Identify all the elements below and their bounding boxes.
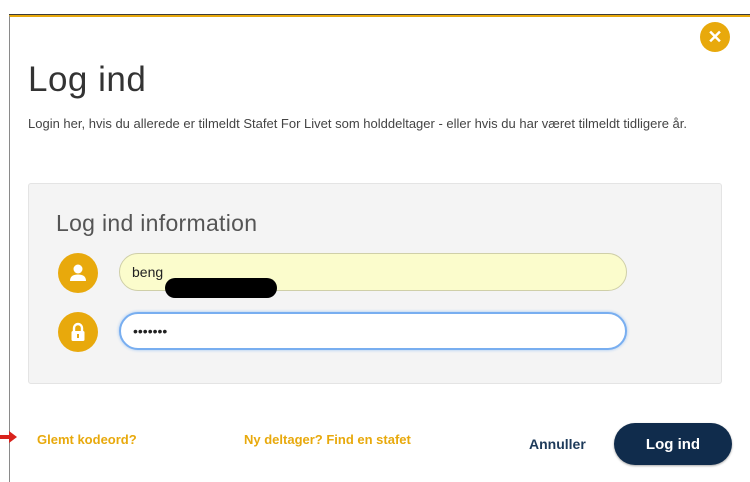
intro-text: Login her, hvis du allerede er tilmeldt … xyxy=(28,116,687,131)
close-button[interactable]: ✕ xyxy=(700,22,730,52)
page-background xyxy=(0,0,9,482)
page-title: Log ind xyxy=(28,60,147,99)
new-participant-link[interactable]: Ny deltager? Find en stafet xyxy=(244,432,411,447)
arrow-right-icon xyxy=(0,431,17,443)
close-icon: ✕ xyxy=(707,26,723,47)
login-button[interactable]: Log ind xyxy=(614,423,732,465)
redaction-mark xyxy=(165,278,277,298)
login-info-panel: Log ind information xyxy=(28,183,722,384)
cancel-button[interactable]: Annuller xyxy=(529,436,586,452)
forgot-password-link[interactable]: Glemt kodeord? xyxy=(37,432,137,447)
user-icon xyxy=(58,253,98,293)
password-input[interactable] xyxy=(119,312,627,350)
section-title: Log ind information xyxy=(56,210,258,236)
lock-icon xyxy=(58,312,98,352)
login-button-label: Log ind xyxy=(645,435,701,453)
